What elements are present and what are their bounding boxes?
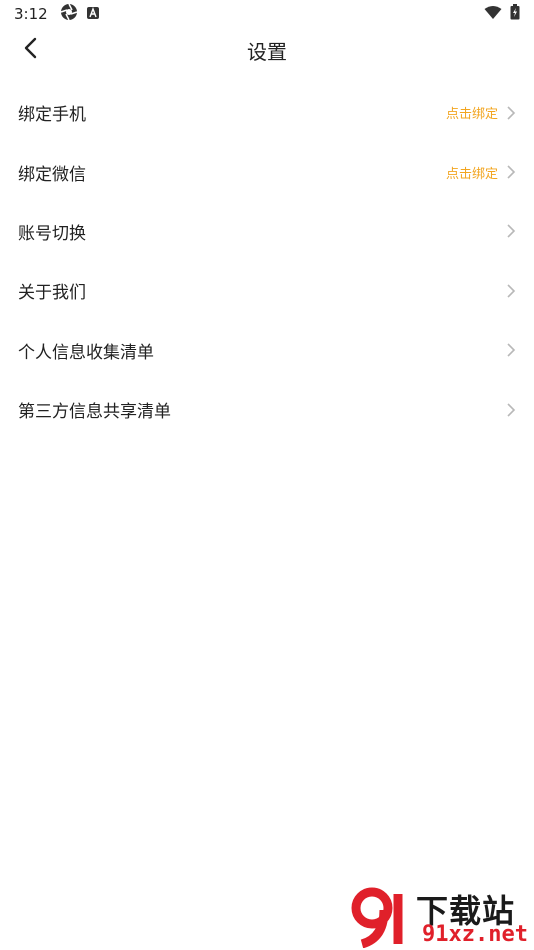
bind-action-text[interactable]: 点击绑定 [446,163,498,182]
settings-item-label: 第三方信息共享清单 [18,402,171,423]
settings-item-personal-info-list[interactable]: 个人信息收集清单 [0,321,534,380]
battery-icon [510,4,520,24]
settings-item-label: 绑定微信 [18,164,86,185]
chevron-right-icon [506,223,516,239]
top-bar: 设置 [0,28,534,72]
settings-item-label: 账号切换 [18,223,86,244]
settings-item-switch-account[interactable]: 账号切换 [0,202,534,261]
chevron-right-icon [506,105,516,121]
aperture-icon [60,3,78,25]
status-time: 3:12 [14,5,48,23]
chevron-right-icon [506,342,516,358]
chevron-right-icon [506,164,516,180]
settings-item-label: 绑定手机 [18,105,86,126]
chevron-right-icon [506,283,516,299]
page-title: 设置 [247,40,287,64]
bind-action-text[interactable]: 点击绑定 [446,103,498,122]
watermark: 下载站 91xz.net [350,886,528,948]
notification-a-icon [86,5,100,24]
settings-item-label: 关于我们 [18,283,86,304]
settings-item-third-party-sharing-list[interactable]: 第三方信息共享清单 [0,380,534,439]
settings-list: 绑定手机 点击绑定 绑定微信 点击绑定 账号切换 关于我们 个人信息收集清单 第… [0,83,534,439]
settings-item-bind-wechat[interactable]: 绑定微信 点击绑定 [0,142,534,201]
settings-item-label: 个人信息收集清单 [18,342,154,363]
wifi-icon [484,5,502,24]
status-bar: 3:12 [0,0,534,28]
settings-item-bind-phone[interactable]: 绑定手机 点击绑定 [0,83,534,142]
chevron-right-icon [506,402,516,418]
watermark-en-text: 91xz.net [422,922,528,947]
settings-item-about-us[interactable]: 关于我们 [0,261,534,320]
